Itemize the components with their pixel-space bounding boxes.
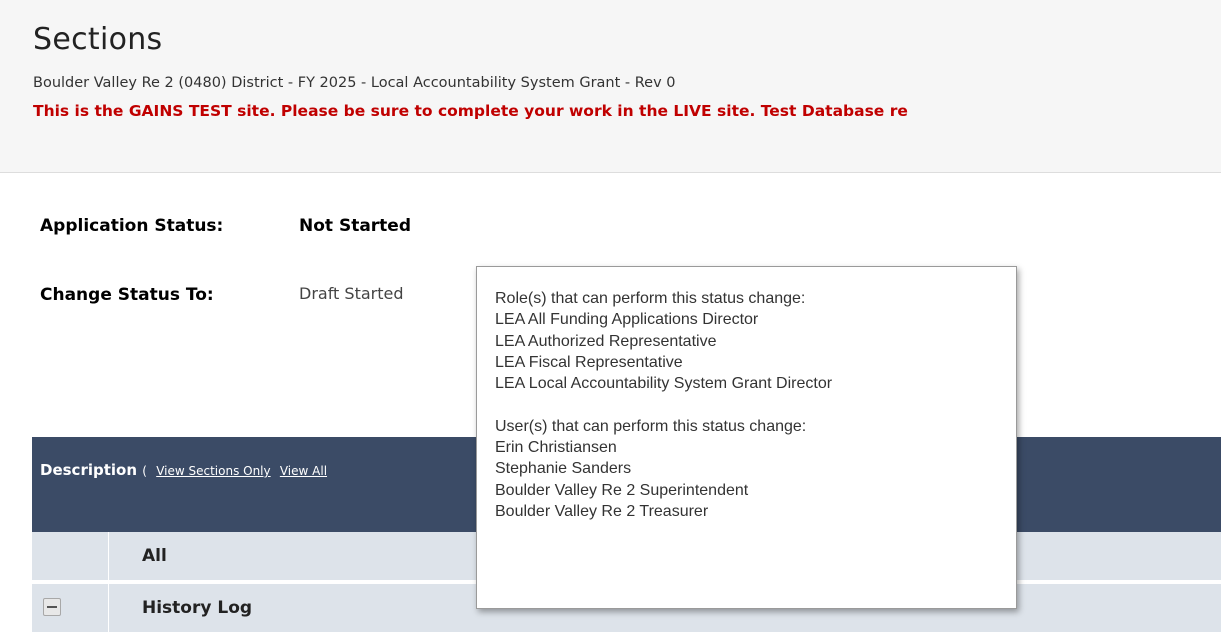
role-item: LEA Authorized Representative: [495, 332, 717, 350]
role-item: LEA All Funding Applications Director: [495, 311, 759, 329]
view-all-link[interactable]: View All: [280, 464, 327, 478]
user-item: Stephanie Sanders: [495, 460, 632, 478]
description-label: Description: [40, 461, 138, 479]
role-item: LEA Fiscal Representative: [495, 353, 683, 371]
page-header: Sections Boulder Valley Re 2 (0480) Dist…: [0, 0, 1221, 173]
status-change-tooltip: Role(s) that can perform this status cha…: [476, 266, 1017, 609]
users-heading: User(s) that can perform this status cha…: [495, 417, 807, 435]
test-site-warning: This is the GAINS TEST site. Please be s…: [33, 102, 908, 120]
change-status-label: Change Status To:: [40, 285, 214, 305]
role-item: LEA Local Accountability System Grant Di…: [495, 375, 833, 393]
application-status-label: Application Status:: [40, 216, 224, 236]
user-item: Boulder Valley Re 2 Treasurer: [495, 502, 709, 520]
tooltip-spacer: [495, 394, 998, 415]
application-status-value: Not Started: [299, 216, 412, 236]
description-paren: (: [142, 464, 147, 478]
row-label-history-log: History Log: [142, 598, 253, 618]
description-heading: Description ( View Sections Only View Al…: [40, 461, 327, 479]
row-toggle-cell: [32, 584, 109, 632]
collapse-minus-icon[interactable]: [43, 598, 61, 616]
page-subtitle: Boulder Valley Re 2 (0480) District - FY…: [33, 75, 676, 91]
change-status-option[interactable]: Draft Started: [299, 284, 404, 303]
row-toggle-cell: [32, 532, 109, 580]
view-sections-only-link[interactable]: View Sections Only: [156, 464, 270, 478]
row-label-all: All: [142, 546, 167, 566]
user-item: Boulder Valley Re 2 Superintendent: [495, 481, 749, 499]
roles-heading: Role(s) that can perform this status cha…: [495, 290, 806, 307]
user-item: Erin Christiansen: [495, 439, 617, 457]
page-title: Sections: [33, 22, 163, 57]
